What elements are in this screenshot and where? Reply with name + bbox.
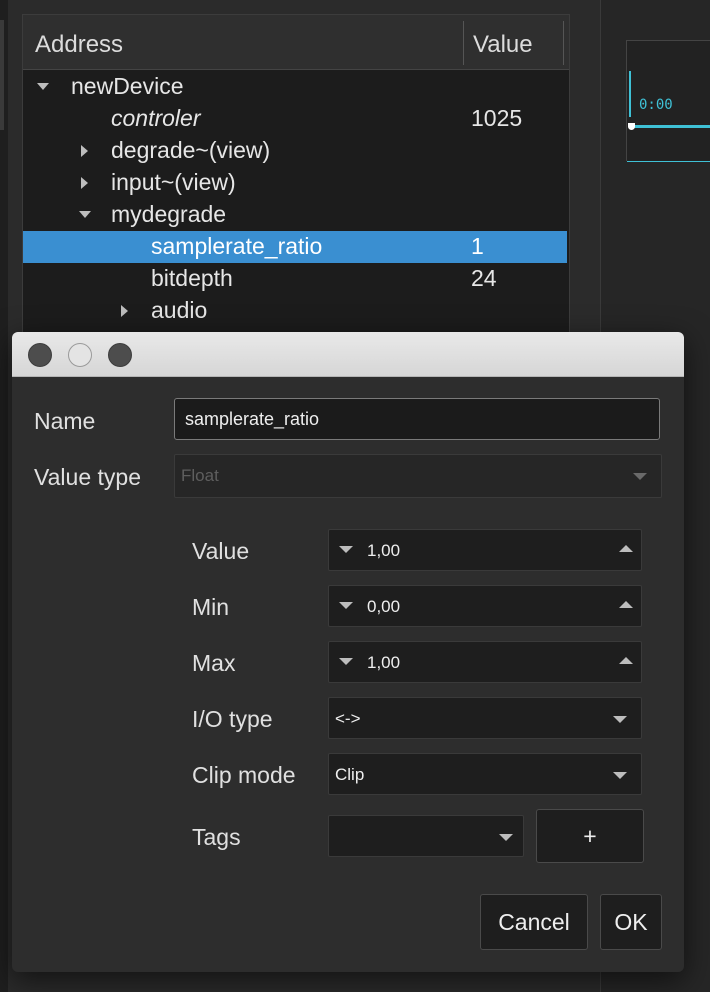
- dock-handle[interactable]: [0, 20, 4, 130]
- column-divider[interactable]: [463, 21, 464, 65]
- value-type-value: Float: [181, 466, 219, 485]
- expand-arrow-icon[interactable]: [37, 83, 49, 90]
- cancel-button[interactable]: Cancel: [480, 894, 588, 950]
- timeline-ruler[interactable]: 0:00: [626, 40, 710, 162]
- expand-arrow-icon[interactable]: [79, 211, 91, 218]
- tree-item-label: newDevice: [71, 73, 184, 99]
- tags-label: Tags: [192, 824, 241, 850]
- value-type-select[interactable]: Float: [174, 454, 662, 498]
- max-label: Max: [192, 650, 236, 676]
- chevron-down-icon: [613, 772, 627, 779]
- value-label: Value: [192, 538, 250, 564]
- playhead-cursor[interactable]: [629, 71, 631, 117]
- value-column-header[interactable]: Value: [473, 31, 533, 59]
- chevron-down-icon: [633, 473, 647, 480]
- io-type-value: <->: [335, 709, 361, 728]
- tree-row-mydegrade[interactable]: mydegrade: [23, 199, 567, 231]
- decrement-arrow-icon[interactable]: [339, 658, 353, 665]
- tree-row-bitdepth[interactable]: bitdepth 24: [23, 263, 567, 295]
- value-spinbox[interactable]: 1,00: [328, 529, 642, 571]
- column-divider[interactable]: [563, 21, 564, 65]
- tree-row-input-view[interactable]: input~(view): [23, 167, 567, 199]
- value-type-label: Value type: [34, 464, 141, 490]
- chevron-down-icon: [499, 834, 513, 841]
- left-dock-strip: [0, 0, 8, 992]
- ok-button[interactable]: OK: [600, 894, 662, 950]
- tree-item-label: input~(view): [111, 169, 236, 195]
- tree-item-label: audio: [151, 297, 208, 323]
- tree-item-label: bitdepth: [151, 265, 233, 291]
- tree-item-label: samplerate_ratio: [151, 233, 323, 259]
- increment-arrow-icon[interactable]: [619, 657, 633, 664]
- clip-mode-select[interactable]: Clip: [328, 753, 642, 795]
- tree-row-newdevice[interactable]: newDevice: [23, 71, 567, 103]
- name-field[interactable]: [174, 398, 660, 440]
- increment-arrow-icon[interactable]: [619, 601, 633, 608]
- add-tag-button[interactable]: +: [536, 809, 644, 863]
- tree-item-label: degrade~(view): [111, 137, 271, 163]
- decrement-arrow-icon[interactable]: [339, 546, 353, 553]
- tree-item-value: 24: [471, 265, 497, 291]
- tree-item-label: mydegrade: [111, 201, 227, 227]
- decrement-arrow-icon[interactable]: [339, 602, 353, 609]
- tree-row-samplerate-ratio[interactable]: samplerate_ratio 1: [23, 231, 567, 263]
- io-type-label: I/O type: [192, 706, 273, 732]
- min-spinbox[interactable]: 0,00: [328, 585, 642, 627]
- clip-mode-value: Clip: [335, 765, 365, 784]
- tree-item-value: 1: [471, 233, 484, 259]
- playhead-handle-icon[interactable]: [628, 123, 635, 130]
- max-number: 1,00: [367, 653, 401, 672]
- minimize-window-button[interactable]: [68, 343, 92, 367]
- name-label: Name: [34, 408, 96, 434]
- collapse-arrow-icon[interactable]: [81, 177, 88, 189]
- io-type-select[interactable]: <->: [328, 697, 642, 739]
- parameter-dialog: Name Value type Float Value 1,00 Min 0,0…: [12, 332, 684, 972]
- clip-mode-label: Clip mode: [192, 762, 296, 788]
- tree-header: Address Value: [23, 15, 569, 70]
- timeline-time-label: 0:00: [639, 97, 673, 113]
- chevron-down-icon: [613, 716, 627, 723]
- collapse-arrow-icon[interactable]: [81, 145, 88, 157]
- tree-row-controler[interactable]: controler 1025: [23, 103, 567, 135]
- address-column-header[interactable]: Address: [35, 31, 123, 59]
- timeline-bar: [631, 125, 710, 128]
- min-label: Min: [192, 594, 230, 620]
- tree-row-audio[interactable]: audio: [23, 295, 567, 327]
- tree-item-value: 1025: [471, 105, 523, 131]
- tags-select[interactable]: [328, 815, 524, 857]
- max-spinbox[interactable]: 1,00: [328, 641, 642, 683]
- min-number: 0,00: [367, 597, 401, 616]
- tree-item-label: controler: [111, 105, 201, 131]
- timeline-divider: [627, 161, 710, 162]
- collapse-arrow-icon[interactable]: [121, 305, 128, 317]
- increment-arrow-icon[interactable]: [619, 545, 633, 552]
- maximize-window-button[interactable]: [108, 343, 132, 367]
- dialog-titlebar[interactable]: [12, 332, 684, 377]
- value-number: 1,00: [367, 541, 401, 560]
- device-explorer-tree: Address Value newDevice controler 1025 d…: [22, 14, 570, 346]
- tree-row-degrade-view[interactable]: degrade~(view): [23, 135, 567, 167]
- close-window-button[interactable]: [28, 343, 52, 367]
